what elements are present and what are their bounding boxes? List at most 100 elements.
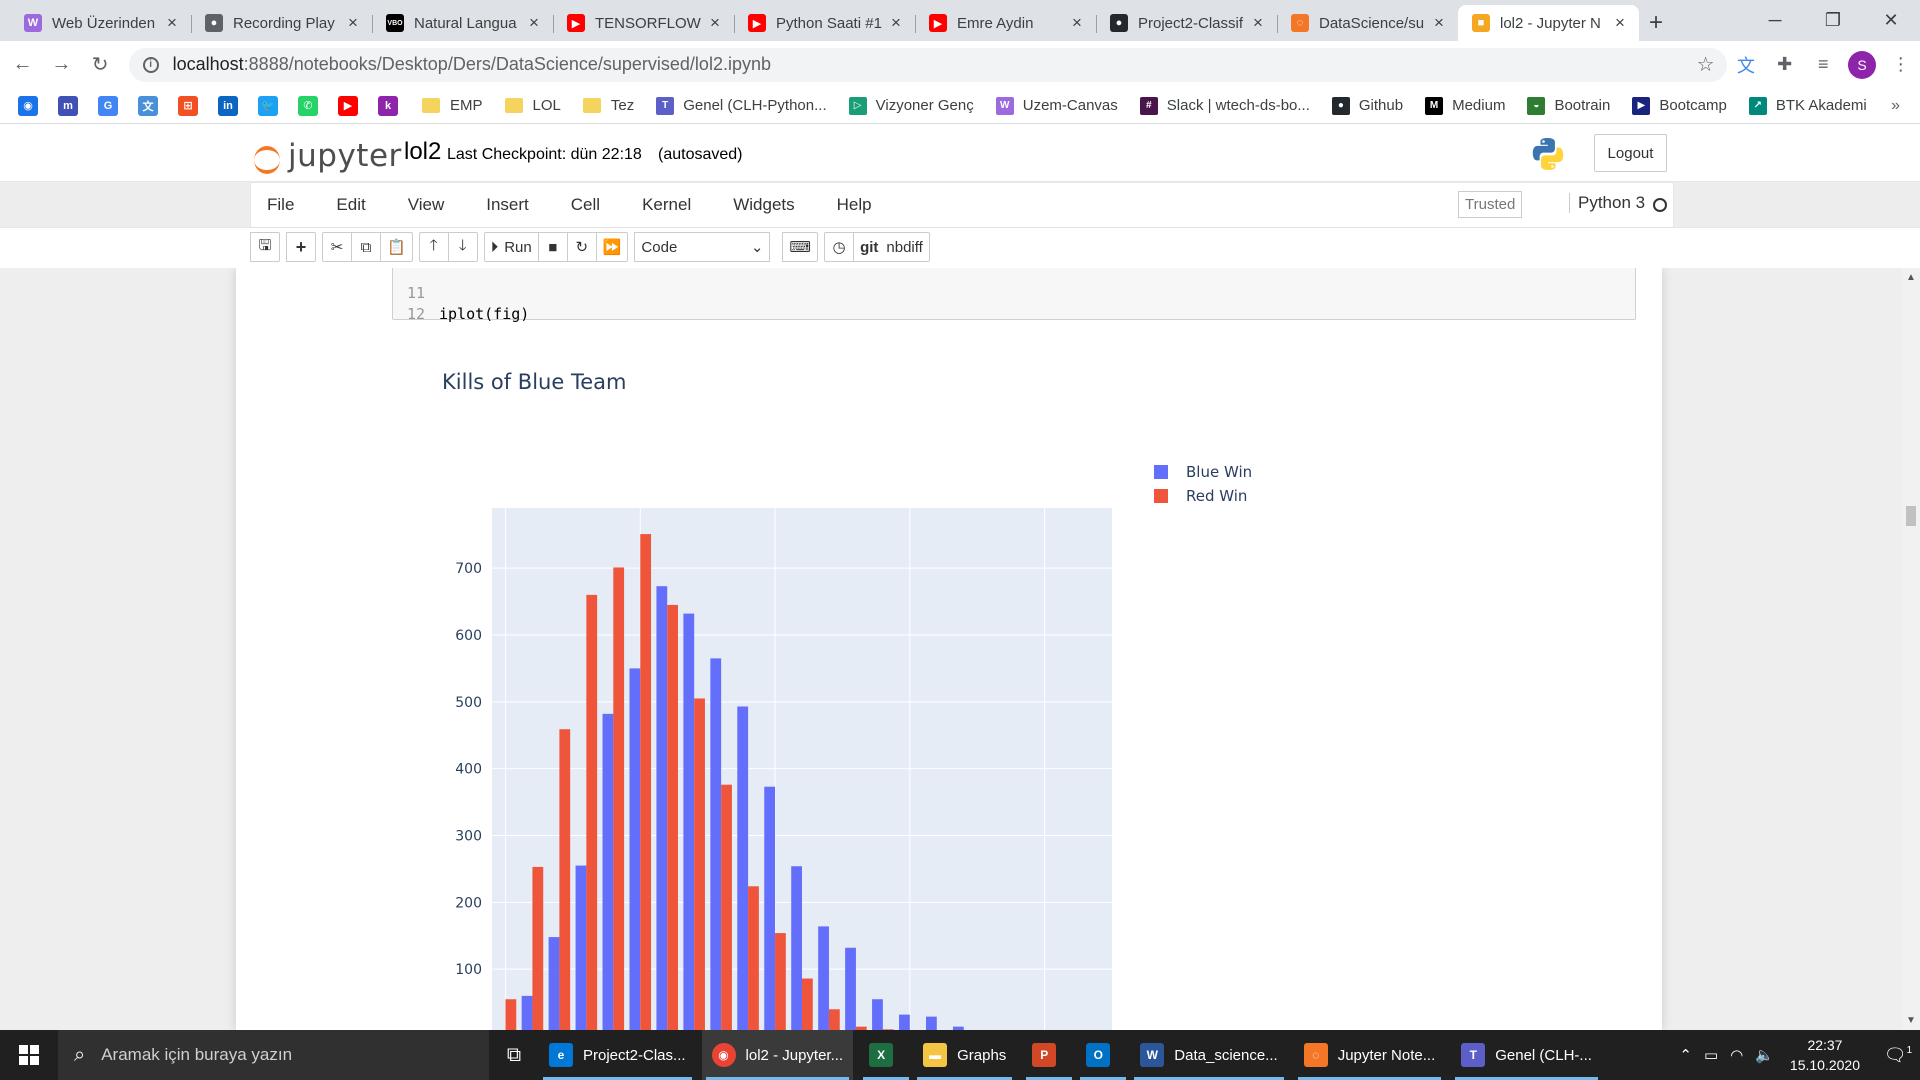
notification-center-icon[interactable]: 🗨 1 bbox=[1876, 1045, 1920, 1066]
url-text[interactable]: localhost:8888/notebooks/Desktop/Ders/Da… bbox=[173, 54, 1697, 75]
bookmark-shortcut-icon[interactable]: ✆ bbox=[298, 95, 318, 116]
bookmarks-overflow-icon[interactable]: » bbox=[1891, 97, 1900, 115]
omnibox[interactable]: i localhost:8888/notebooks/Desktop/Ders/… bbox=[128, 47, 1727, 82]
tab-close-icon[interactable]: × bbox=[163, 13, 181, 33]
insert-cell-icon[interactable]: + bbox=[286, 232, 316, 262]
legend-item-red-win[interactable]: Red Win bbox=[1154, 484, 1252, 508]
save-icon[interactable]: 🖫 bbox=[250, 232, 280, 262]
browser-tab[interactable]: ● Project2-Classif × bbox=[1096, 5, 1277, 41]
battery-icon[interactable]: ▭ bbox=[1704, 1046, 1718, 1064]
taskbar-clock[interactable]: 22:37 15.10.2020 bbox=[1790, 1035, 1860, 1075]
scroll-down-icon[interactable]: ▼ bbox=[1906, 1015, 1916, 1026]
tab-close-icon[interactable]: × bbox=[525, 13, 543, 33]
browser-tab[interactable]: ▶ Emre Aydin × bbox=[915, 5, 1096, 41]
bookmark-item[interactable]: ▶ Bootcamp bbox=[1632, 96, 1727, 115]
fast-forward-icon[interactable]: ⏩ bbox=[595, 232, 629, 262]
bookmark-star-icon[interactable]: ☆ bbox=[1697, 52, 1715, 77]
bookmark-shortcut-icon[interactable]: k bbox=[378, 95, 398, 116]
move-up-icon[interactable]: 🡑 bbox=[418, 232, 449, 262]
menu-insert[interactable]: Insert bbox=[465, 195, 550, 215]
tab-close-icon[interactable]: × bbox=[1430, 13, 1448, 33]
tab-close-icon[interactable]: × bbox=[706, 13, 724, 33]
scroll-up-icon[interactable]: ▲ bbox=[1906, 272, 1916, 283]
taskbar-app[interactable]: W Data_science... bbox=[1130, 1030, 1287, 1080]
legend-item-blue-win[interactable]: Blue Win bbox=[1154, 460, 1252, 484]
page-scrollbar[interactable]: ▲ ▼ bbox=[1902, 268, 1920, 1030]
browser-menu-icon[interactable]: ⋮ bbox=[1881, 48, 1920, 82]
nbdiff-button[interactable]: git nbdiff bbox=[853, 232, 930, 262]
bookmark-folder[interactable]: EMP bbox=[422, 97, 483, 114]
bookmark-shortcut-icon[interactable]: ▶ bbox=[338, 95, 358, 116]
bookmark-folder[interactable]: Tez bbox=[582, 97, 634, 114]
bookmark-item[interactable]: ● Github bbox=[1331, 96, 1403, 115]
new-tab-button[interactable]: + bbox=[1639, 5, 1673, 41]
taskbar-app[interactable]: e Project2-Clas... bbox=[539, 1030, 696, 1080]
trusted-indicator[interactable]: Trusted bbox=[1458, 191, 1523, 218]
menu-cell[interactable]: Cell bbox=[550, 195, 621, 215]
jupyter-logo[interactable]: jupyter bbox=[252, 138, 402, 174]
volume-icon[interactable]: 🔈 bbox=[1755, 1046, 1774, 1064]
back-icon[interactable]: ← bbox=[6, 48, 39, 82]
bookmark-shortcut-icon[interactable]: m bbox=[58, 95, 78, 116]
bookmark-item[interactable]: W Uzem-Canvas bbox=[995, 96, 1118, 115]
notebook-name[interactable]: lol2 bbox=[404, 138, 441, 166]
interrupt-icon[interactable]: ■ bbox=[537, 232, 568, 262]
tab-close-icon[interactable]: × bbox=[887, 13, 905, 33]
bookmark-shortcut-icon[interactable]: ◉ bbox=[18, 95, 38, 116]
menu-file[interactable]: File bbox=[251, 195, 315, 215]
taskbar-search[interactable]: ⌕ Aramak için buraya yazın bbox=[58, 1030, 489, 1080]
forward-icon[interactable]: → bbox=[45, 48, 78, 82]
bookmark-shortcut-icon[interactable]: 文 bbox=[138, 95, 158, 116]
bookmark-shortcut-icon[interactable]: ⊞ bbox=[178, 95, 198, 116]
taskbar-app[interactable]: T Genel (CLH-... bbox=[1451, 1030, 1602, 1080]
menu-view[interactable]: View bbox=[387, 195, 466, 215]
menu-widgets[interactable]: Widgets bbox=[712, 195, 815, 215]
bookmark-item[interactable]: ◒ Bootrain bbox=[1527, 96, 1610, 115]
bookmark-item[interactable]: M Medium bbox=[1425, 96, 1505, 115]
reload-icon[interactable]: ↻ bbox=[84, 48, 117, 82]
browser-tab[interactable]: ◌ DataScience/su × bbox=[1277, 5, 1458, 41]
cut-icon[interactable]: ✂ bbox=[322, 232, 352, 262]
browser-tab[interactable]: ● Recording Play × bbox=[191, 5, 372, 41]
keyboard-icon[interactable]: ⌨ bbox=[782, 232, 819, 262]
browser-tab[interactable]: ▶ TENSORFLOW × bbox=[553, 5, 734, 41]
tab-close-icon[interactable]: × bbox=[1249, 13, 1267, 33]
bookmark-item[interactable]: ↗ BTK Akademi bbox=[1748, 96, 1867, 115]
windows-start-icon[interactable] bbox=[0, 1030, 58, 1080]
taskbar-app[interactable]: ▬ Graphs bbox=[913, 1030, 1016, 1080]
bookmark-shortcut-icon[interactable]: in bbox=[218, 95, 238, 116]
tab-close-icon[interactable]: × bbox=[1068, 13, 1086, 33]
menu-edit[interactable]: Edit bbox=[315, 195, 386, 215]
browser-tab[interactable]: ▶ Python Saati #1 × bbox=[734, 5, 915, 41]
task-view-icon[interactable]: ⧉ bbox=[489, 1044, 539, 1067]
extensions-puzzle-icon[interactable]: ✚ bbox=[1765, 48, 1804, 82]
restart-icon[interactable]: ↻ bbox=[566, 232, 597, 262]
cell-type-select[interactable]: Code ⌄ bbox=[634, 232, 771, 262]
histogram-chart[interactable]: 010020030040050060070005101520 bbox=[386, 398, 1122, 1030]
run-button[interactable]: ⏵ Run bbox=[483, 232, 539, 262]
bookmark-item[interactable]: # Slack | wtech-ds-bo... bbox=[1139, 96, 1310, 115]
move-down-icon[interactable]: 🡓 bbox=[447, 232, 478, 262]
bookmark-item[interactable]: T Genel (CLH-Python... bbox=[656, 96, 827, 115]
taskbar-app[interactable]: X bbox=[859, 1030, 913, 1080]
close-window-icon[interactable]: ✕ bbox=[1862, 0, 1920, 41]
logout-button[interactable]: Logout bbox=[1594, 134, 1667, 172]
translate-extension-icon[interactable]: 文 bbox=[1727, 48, 1766, 82]
menu-help[interactable]: Help bbox=[816, 195, 893, 215]
tray-chevron-icon[interactable]: ⌃ bbox=[1679, 1046, 1692, 1064]
taskbar-app[interactable]: P bbox=[1022, 1030, 1076, 1080]
scrollbar-thumb[interactable] bbox=[1906, 506, 1916, 526]
copy-icon[interactable]: ⧉ bbox=[351, 232, 381, 262]
browser-tab[interactable]: ■ lol2 - Jupyter N × bbox=[1458, 5, 1639, 41]
tab-close-icon[interactable]: × bbox=[1611, 13, 1629, 33]
bookmark-shortcut-icon[interactable]: 🐦 bbox=[258, 95, 278, 116]
wifi-icon[interactable]: ◠ bbox=[1730, 1046, 1743, 1064]
restore-icon[interactable]: ❐ bbox=[1804, 0, 1862, 41]
bookmark-folder[interactable]: LOL bbox=[504, 97, 561, 114]
profile-avatar[interactable]: S bbox=[1843, 48, 1882, 82]
bookmark-shortcut-icon[interactable]: G bbox=[98, 95, 118, 116]
menu-kernel[interactable]: Kernel bbox=[621, 195, 712, 215]
minimize-icon[interactable]: ─ bbox=[1746, 0, 1804, 41]
browser-tab[interactable]: W Web Üzerinden × bbox=[10, 5, 191, 41]
notebook-scroll-area[interactable]: ) 11 12iplot(fig) Kills of Blue Team 010… bbox=[0, 268, 1920, 1030]
